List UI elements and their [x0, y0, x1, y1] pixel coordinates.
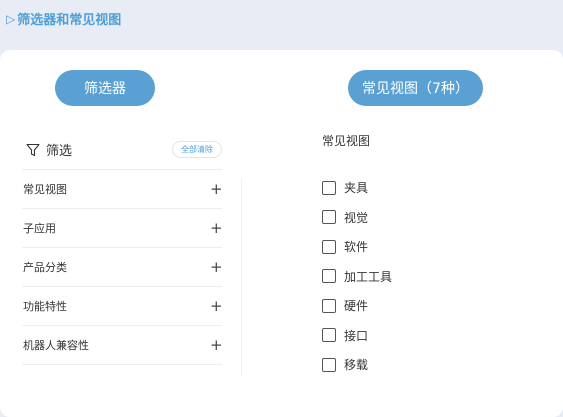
plus-icon[interactable]: +: [210, 220, 223, 236]
plus-icon[interactable]: +: [210, 181, 223, 197]
checkbox[interactable]: [322, 298, 336, 313]
views-heading: 常见视图: [322, 134, 371, 148]
filter-panel: 筛选 全部清除 常见视图 + 子应用 + 产品分类 + 功能特性 + 机器人兼容…: [22, 130, 223, 365]
filter-category-label: 常见视图: [23, 183, 67, 196]
views-panel: 常见视图 夹具 视觉 软件 加工工具 硬件 接口 移载: [322, 132, 522, 380]
view-option-machining-tools[interactable]: 加工工具: [322, 262, 522, 292]
view-option-transfer[interactable]: 移载: [322, 350, 522, 380]
checkbox[interactable]: [322, 269, 336, 284]
filter-heading: 筛选: [46, 144, 73, 159]
view-option-label: 视觉: [344, 210, 369, 225]
view-option-label: 加工工具: [344, 269, 393, 284]
view-option-label: 接口: [344, 328, 369, 343]
plus-icon[interactable]: +: [210, 337, 223, 353]
view-option-label: 移载: [344, 358, 369, 373]
view-option-label: 夹具: [344, 181, 369, 196]
view-option-software[interactable]: 软件: [322, 232, 522, 262]
checkbox[interactable]: [322, 328, 336, 343]
view-option-label: 软件: [344, 240, 369, 255]
view-option-interface[interactable]: 接口: [322, 321, 522, 351]
checkbox[interactable]: [322, 210, 336, 225]
filter-category-features[interactable]: 功能特性 +: [22, 287, 223, 326]
plus-icon[interactable]: +: [210, 298, 223, 314]
filter-category-label: 子应用: [23, 222, 56, 235]
filter-category-robot-compat[interactable]: 机器人兼容性 +: [22, 326, 223, 365]
filter-category-label: 功能特性: [23, 300, 67, 313]
view-option-label: 硬件: [344, 299, 369, 314]
clear-all-button[interactable]: 全部清除: [172, 141, 222, 158]
funnel-icon: [26, 143, 40, 156]
checkbox[interactable]: [322, 357, 336, 372]
plus-icon[interactable]: +: [210, 259, 223, 275]
view-option-hardware[interactable]: 硬件: [322, 291, 522, 321]
view-option-fixture[interactable]: 夹具: [322, 173, 522, 203]
filter-category-common-views[interactable]: 常见视图 +: [22, 170, 223, 209]
filter-header: 筛选 全部清除: [22, 130, 222, 170]
view-list: 夹具 视觉 软件 加工工具 硬件 接口 移载: [322, 173, 522, 380]
triangle-right-icon: ▷: [6, 11, 16, 26]
filter-tab-button[interactable]: 筛选器: [55, 70, 155, 106]
filter-category-sub-apps[interactable]: 子应用 +: [22, 209, 223, 248]
view-option-vision[interactable]: 视觉: [322, 203, 522, 233]
checkbox[interactable]: [322, 239, 336, 254]
filter-category-label: 产品分类: [23, 261, 67, 274]
filter-category-product-type[interactable]: 产品分类 +: [22, 248, 223, 287]
page-title: ▷ 筛选器和常见视图: [6, 9, 122, 29]
checkbox[interactable]: [322, 180, 336, 195]
filter-category-label: 机器人兼容性: [23, 339, 89, 352]
page-title-text: 筛选器和常见视图: [17, 13, 122, 28]
views-tab-button[interactable]: 常见视图（7种）: [348, 70, 483, 106]
panel-divider: [241, 178, 242, 375]
